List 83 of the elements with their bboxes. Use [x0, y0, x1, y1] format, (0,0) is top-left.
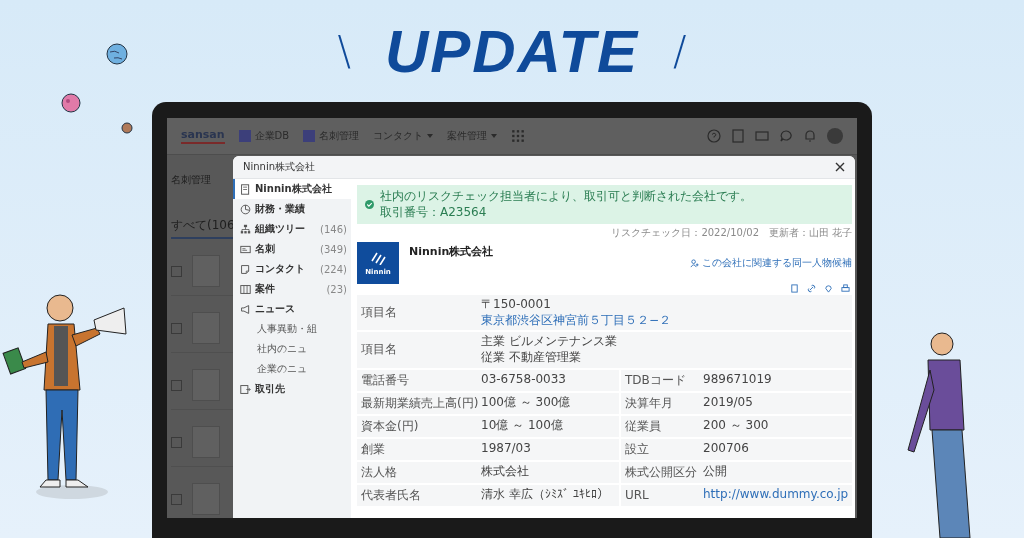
alert-message: 社内のリスクチェック担当者により、取引可と判断された会社です。	[380, 189, 752, 205]
slash-mark: \	[337, 28, 351, 74]
field-value: 株式会社	[481, 464, 529, 480]
nav-icon	[240, 183, 251, 195]
caret-icon	[491, 134, 498, 138]
field-value: 清水 幸広（ｼﾐｽﾞ ﾕｷﾋﾛ）	[481, 487, 609, 503]
sidebar-item[interactable]: Ninnin株式会社	[233, 179, 351, 199]
check-icon	[365, 200, 374, 210]
field-value: 200 ～ 300	[703, 418, 769, 434]
field-value: 03-6758-0033	[481, 372, 566, 388]
field-link[interactable]: http://www.dummy.co.jp	[703, 487, 849, 503]
nav-icon	[240, 263, 251, 275]
sidebar-subitem[interactable]: 社内のニュ	[233, 339, 351, 359]
banner-title: UPDATE	[384, 16, 640, 86]
related-people-link[interactable]: この会社に関連する同一人物候補	[690, 242, 853, 285]
chat-icon[interactable]	[779, 129, 793, 143]
field-label: 創業	[361, 440, 386, 458]
nav-icon	[240, 383, 251, 395]
sidebar-item[interactable]: コンタクト (224)	[233, 259, 351, 279]
field-label: 最新期業績売上高(円)	[361, 394, 480, 412]
field-link[interactable]: 東京都渋谷区神宮前５丁目５２−２	[481, 312, 672, 329]
sidebar-subitem[interactable]: 企業のニュ	[233, 359, 351, 379]
dialog-title: Ninnin株式会社	[243, 160, 316, 174]
field-label: URL	[625, 488, 650, 503]
row-checkbox[interactable]	[171, 265, 182, 277]
field-label: 項目名	[361, 341, 398, 359]
close-icon[interactable]	[835, 162, 845, 172]
field-value: 989671019	[703, 372, 772, 388]
nav-icon	[240, 203, 251, 215]
planet-drawing	[121, 122, 133, 134]
sidebar-item[interactable]: 財務・業績	[233, 199, 351, 219]
field-label: TDBコード	[625, 371, 687, 389]
nav-icon	[240, 223, 251, 235]
field-label: 法人格	[361, 463, 398, 481]
sidebar-subitem[interactable]: 人事異動・組	[233, 319, 351, 339]
field-value: 200706	[703, 441, 749, 457]
field-value: 〒150-0001	[481, 297, 552, 313]
field-label: 電話番号	[361, 371, 410, 389]
field-label: 従業員	[625, 417, 662, 435]
sidebar-item[interactable]: ニュース	[233, 299, 351, 319]
field-label: 決算年月	[625, 394, 674, 412]
company-name: Ninnin株式会社	[409, 244, 494, 261]
card-icon[interactable]	[755, 129, 769, 143]
field-value: 10億 ～ 100億	[481, 418, 563, 434]
field-label: 株式公開区分	[625, 463, 698, 481]
field-value: 主業 ビルメンテナンス業	[481, 334, 617, 350]
sidebar-item[interactable]: 案件 (23)	[233, 279, 351, 299]
document-icon[interactable]	[731, 129, 745, 143]
document-icon[interactable]	[790, 284, 800, 294]
bell-icon[interactable]	[803, 129, 817, 143]
field-value: 1987/03	[481, 441, 531, 457]
row-checkbox[interactable]	[171, 322, 182, 334]
field-value: 従業 不動産管理業	[481, 349, 582, 366]
user-avatar[interactable]	[827, 128, 843, 144]
planet-drawing	[61, 93, 81, 113]
field-label: 代表者氏名	[361, 486, 422, 504]
apps-grid-icon[interactable]	[511, 129, 526, 143]
field-value: 2019/05	[703, 395, 753, 411]
nav-icon	[240, 243, 251, 255]
row-checkbox[interactable]	[171, 379, 182, 391]
check-meta: 更新者：山田 花子	[769, 226, 853, 241]
caret-icon	[427, 134, 434, 138]
link-icon[interactable]	[807, 284, 817, 294]
check-meta: リスクチェック日：2022/10/02	[611, 226, 760, 241]
person-plus-icon	[690, 258, 700, 268]
trade-number: 取引番号：A23564	[380, 204, 488, 221]
field-label: 設立	[625, 440, 650, 458]
help-icon[interactable]	[707, 129, 721, 143]
field-value: 100億 ～ 300億	[481, 395, 571, 411]
sidebar-item[interactable]: 組織ツリー (146)	[233, 219, 351, 239]
field-value: 公開	[703, 464, 727, 480]
map-pin-icon[interactable]	[824, 284, 834, 294]
field-label: 資本金(円)	[361, 417, 420, 435]
row-checkbox[interactable]	[171, 436, 182, 448]
planet-drawing	[106, 43, 128, 65]
nav-icon	[240, 283, 251, 295]
slash-mark: /	[673, 28, 687, 74]
sidebar-item[interactable]: 名刺 (349)	[233, 239, 351, 259]
nav-icon	[240, 303, 251, 315]
row-checkbox[interactable]	[171, 493, 182, 505]
sidebar-item[interactable]: 取引先	[233, 379, 351, 399]
print-icon[interactable]	[841, 284, 851, 294]
field-label: 項目名	[361, 304, 398, 322]
